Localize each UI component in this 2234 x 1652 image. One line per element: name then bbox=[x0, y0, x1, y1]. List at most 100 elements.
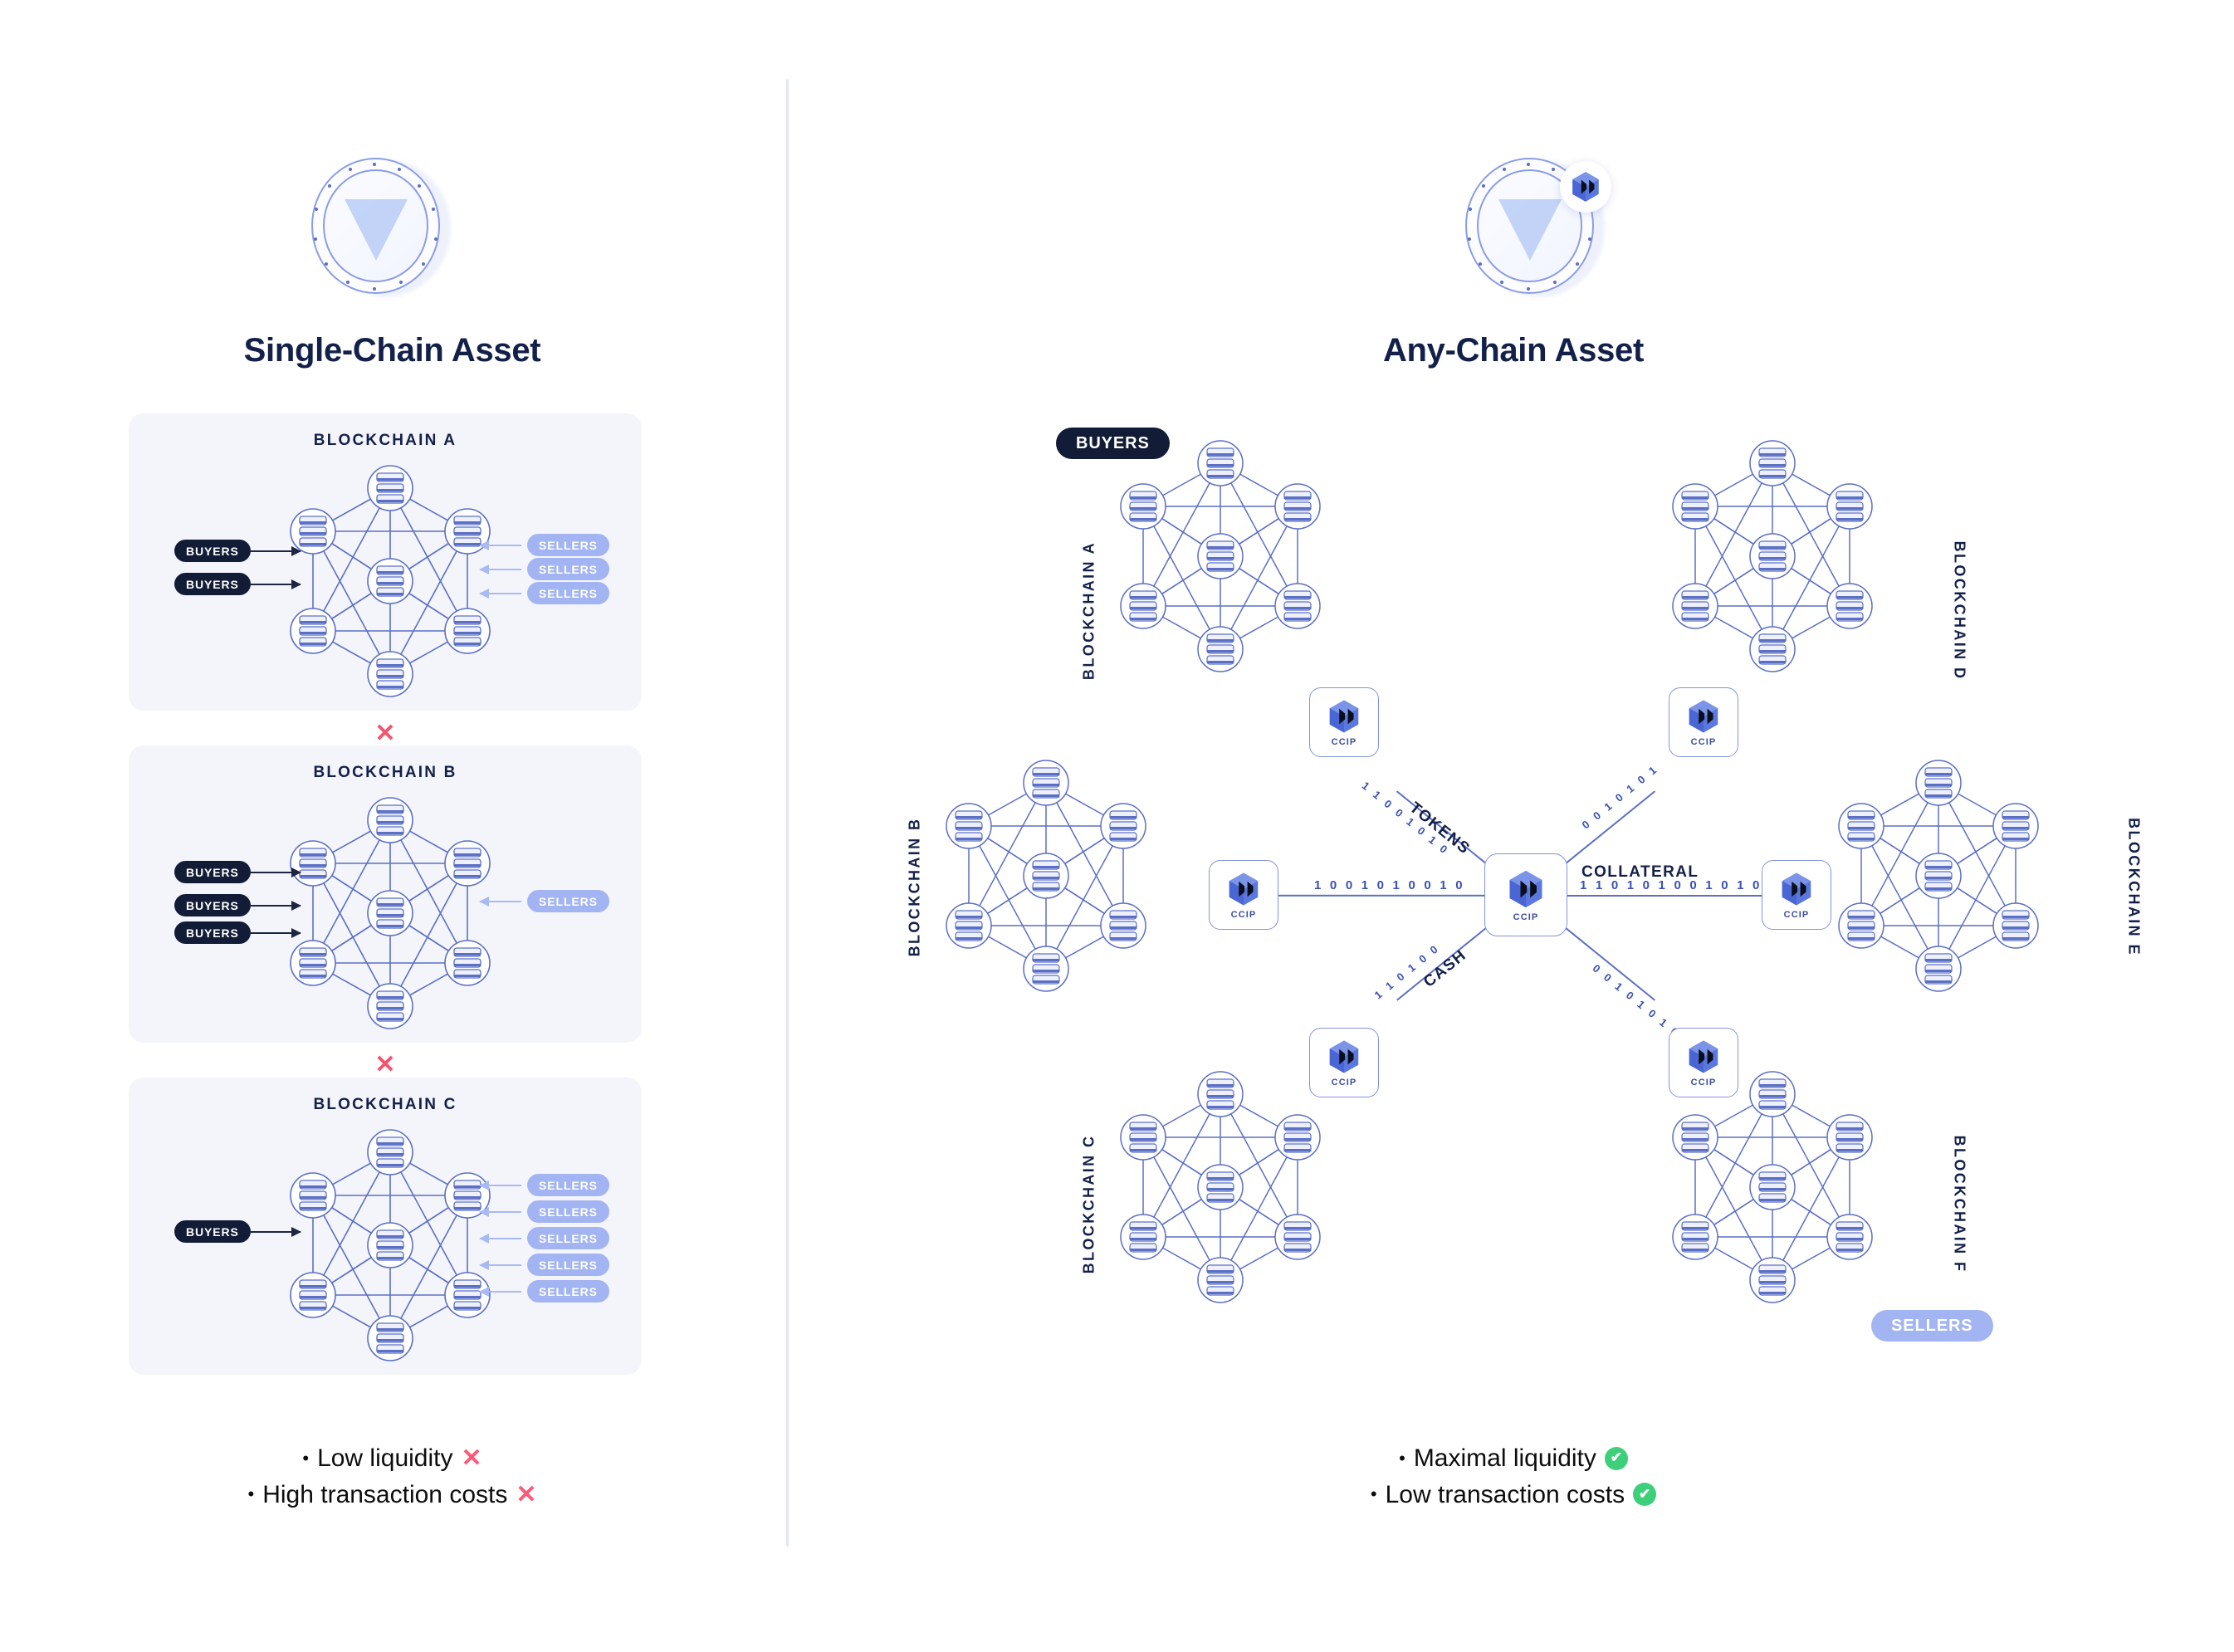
bullet-maximal-liquidity: • Maximal liquidity ✔ bbox=[793, 1440, 2234, 1477]
network-graph-c bbox=[290, 1129, 491, 1361]
buyer-pill-b-3[interactable]: BUYERS bbox=[174, 921, 251, 944]
seller-pill-c-5[interactable]: SELLERS bbox=[527, 1280, 609, 1303]
chain-label-d: BLOCKCHAIN D bbox=[1951, 540, 1968, 681]
bullet-dot: • bbox=[302, 1447, 310, 1469]
seller-arrow-c-5 bbox=[479, 1287, 521, 1297]
buyer-arrow-c-1 bbox=[249, 1227, 301, 1237]
ccip-logo-icon bbox=[1329, 1040, 1359, 1073]
binary-lower-right: 0 0 1 0 1 0 1 0 bbox=[1588, 960, 1685, 1042]
bullet-low-liquidity: • Low liquidity ✕ bbox=[0, 1440, 785, 1477]
chain-card-a-title: BLOCKCHAIN A bbox=[313, 432, 457, 449]
bullet-text: Low transaction costs bbox=[1385, 1480, 1625, 1508]
ccip-node-b[interactable]: CCIP bbox=[1209, 860, 1278, 930]
cross-icon: ✕ bbox=[516, 1480, 537, 1508]
seller-arrow-c-4 bbox=[479, 1260, 521, 1270]
ccip-hub-node[interactable]: CCIP bbox=[1484, 853, 1567, 936]
network-graph-chain-f bbox=[1672, 1071, 1873, 1303]
right-bullets: • Maximal liquidity ✔ • Low transaction … bbox=[793, 1440, 2234, 1513]
chain-card-b-title: BLOCKCHAIN B bbox=[313, 764, 457, 781]
ccip-node-d[interactable]: CCIP bbox=[1669, 687, 1738, 757]
seller-pill-b-1[interactable]: SELLERS bbox=[527, 890, 609, 912]
ccip-node-a-label: CCIP bbox=[1331, 737, 1357, 747]
chain-label-c: BLOCKCHAIN C bbox=[1080, 1134, 1097, 1274]
network-graph-chain-d bbox=[1672, 440, 1873, 672]
right-panel-title: Any-Chain Asset bbox=[1382, 332, 1645, 369]
buyer-pill-a-2[interactable]: BUYERS bbox=[174, 573, 251, 595]
ccip-logo-icon bbox=[1689, 700, 1718, 733]
buyer-arrow-a-1 bbox=[249, 546, 301, 556]
panel-divider bbox=[786, 79, 789, 1547]
network-graph-chain-b bbox=[946, 760, 1146, 992]
ccip-node-f-label: CCIP bbox=[1690, 1078, 1717, 1087]
seller-pill-a-1[interactable]: SELLERS bbox=[527, 534, 609, 556]
buyer-arrow-b-3 bbox=[249, 928, 301, 938]
bullet-text: Maximal liquidity bbox=[1413, 1444, 1596, 1472]
separator-x-2: ✕ bbox=[374, 1051, 396, 1078]
seller-arrow-a-1 bbox=[479, 540, 521, 550]
check-icon: ✔ bbox=[1604, 1446, 1628, 1470]
bullet-dot: • bbox=[1370, 1483, 1377, 1505]
chain-label-b: BLOCKCHAIN B bbox=[906, 817, 923, 957]
cross-icon: ✕ bbox=[461, 1444, 482, 1472]
ccip-logo-icon bbox=[1689, 1040, 1718, 1073]
buyer-pill-c-1[interactable]: BUYERS bbox=[174, 1220, 251, 1243]
separator-x-1: ✕ bbox=[374, 720, 396, 747]
bullet-dot: • bbox=[1399, 1447, 1405, 1469]
ccip-logo-icon bbox=[1329, 700, 1359, 733]
ccip-node-b-label: CCIP bbox=[1230, 910, 1257, 920]
seller-pill-c-3[interactable]: SELLERS bbox=[527, 1227, 609, 1249]
coin-token-icon bbox=[1465, 156, 1611, 299]
ccip-node-e[interactable]: CCIP bbox=[1762, 860, 1831, 930]
single-chain-coin bbox=[311, 156, 451, 299]
check-icon: ✔ bbox=[1633, 1483, 1657, 1507]
sellers-badge[interactable]: SELLERS bbox=[1871, 1310, 1993, 1342]
ccip-logo-icon bbox=[1782, 872, 1811, 906]
seller-pill-c-2[interactable]: SELLERS bbox=[527, 1200, 609, 1223]
network-graph-chain-a bbox=[1120, 440, 1321, 672]
seller-pill-a-3[interactable]: SELLERS bbox=[527, 582, 609, 604]
network-graph-chain-c bbox=[1120, 1071, 1321, 1303]
seller-arrow-c-1 bbox=[479, 1180, 521, 1190]
seller-pill-c-1[interactable]: SELLERS bbox=[527, 1174, 609, 1196]
ccip-logo-icon bbox=[1229, 872, 1259, 906]
chain-label-e: BLOCKCHAIN E bbox=[2125, 818, 2143, 956]
binary-upper-right: 0 0 1 0 1 0 1 bbox=[1577, 760, 1663, 833]
binary-left: 1 0 0 1 0 1 0 0 1 0 bbox=[1312, 878, 1468, 892]
chain-label-a: BLOCKCHAIN A bbox=[1080, 540, 1097, 681]
binary-collateral: 1 1 0 1 0 1 0 0 1 0 1 0 bbox=[1577, 878, 1765, 892]
ccip-node-f[interactable]: CCIP bbox=[1669, 1028, 1738, 1097]
ccip-logo-icon bbox=[1509, 870, 1542, 908]
seller-arrow-b-1 bbox=[479, 897, 521, 907]
bullet-high-transaction-costs: • High transaction costs ✕ bbox=[0, 1477, 785, 1513]
seller-pill-a-2[interactable]: SELLERS bbox=[527, 558, 609, 580]
left-panel-title: Single-Chain Asset bbox=[243, 332, 541, 369]
left-bullets: • Low liquidity ✕ • High transaction cos… bbox=[0, 1440, 785, 1513]
network-graph-chain-e bbox=[1838, 760, 2039, 992]
ccip-node-a[interactable]: CCIP bbox=[1309, 687, 1379, 757]
buyer-arrow-b-1 bbox=[249, 868, 301, 877]
bullet-low-transaction-costs: • Low transaction costs ✔ bbox=[793, 1477, 2234, 1513]
network-graph-b bbox=[290, 797, 491, 1029]
ccip-logo-icon bbox=[1560, 161, 1611, 213]
seller-pill-c-4[interactable]: SELLERS bbox=[527, 1254, 609, 1276]
diagram-canvas: Single-Chain Asset BLOCKCHAIN A BUYERS B… bbox=[0, 0, 2234, 1652]
seller-arrow-a-3 bbox=[479, 589, 521, 599]
buyer-arrow-b-2 bbox=[249, 901, 301, 911]
ccip-node-d-label: CCIP bbox=[1690, 737, 1717, 747]
bullet-dot: • bbox=[247, 1483, 255, 1505]
buyer-arrow-a-2 bbox=[249, 579, 301, 589]
ccip-hub-label: CCIP bbox=[1513, 912, 1539, 922]
ccip-node-e-label: CCIP bbox=[1783, 910, 1810, 920]
buyer-pill-a-1[interactable]: BUYERS bbox=[174, 540, 251, 562]
bullet-text: High transaction costs bbox=[262, 1480, 508, 1508]
seller-arrow-c-2 bbox=[479, 1207, 521, 1217]
ccip-node-c[interactable]: CCIP bbox=[1309, 1028, 1379, 1097]
seller-arrow-a-2 bbox=[479, 565, 521, 574]
coin-token-icon bbox=[311, 156, 451, 299]
chain-card-c-title: BLOCKCHAIN C bbox=[313, 1096, 457, 1113]
buyer-pill-b-2[interactable]: BUYERS bbox=[174, 894, 251, 916]
ccip-node-c-label: CCIP bbox=[1331, 1078, 1357, 1087]
buyer-pill-b-1[interactable]: BUYERS bbox=[174, 861, 251, 883]
network-graph-a bbox=[290, 465, 491, 697]
chain-label-f: BLOCKCHAIN F bbox=[1951, 1135, 1968, 1273]
